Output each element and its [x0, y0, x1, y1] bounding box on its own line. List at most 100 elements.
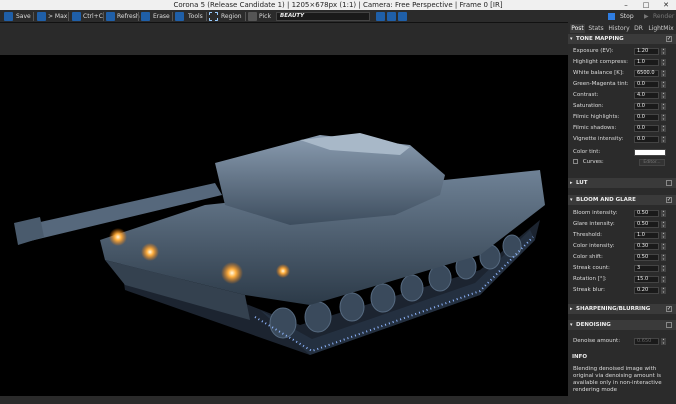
- setting-value-field[interactable]: 0.0: [634, 125, 659, 132]
- setting-label: Streak count:: [573, 265, 610, 271]
- spinner-arrows-icon[interactable]: ▴ ▾: [661, 113, 666, 121]
- spinner-arrows-icon[interactable]: ▴ ▾: [661, 135, 666, 143]
- setting-row: Threshold: 1.0 ▴ ▾: [573, 231, 673, 240]
- setting-row: Exposure (EV): 1.20 ▴ ▾: [573, 47, 673, 56]
- section-title: LUT: [576, 180, 588, 186]
- section-title: BLOOM AND GLARE: [576, 197, 636, 203]
- denoise-amount-spinner[interactable]: ▴ ▾: [661, 337, 666, 345]
- setting-label: Filmic shadows:: [573, 125, 617, 131]
- setting-label: Vignette intensity:: [573, 136, 624, 142]
- copy-button[interactable]: Ctrl+C: [83, 11, 103, 22]
- expand-arrow-icon: ▸: [570, 180, 573, 186]
- stop-button[interactable]: Stop: [620, 11, 634, 22]
- spinner-arrows-icon[interactable]: ▴ ▾: [661, 231, 666, 239]
- section-title: SHARPENING/BLURRING: [576, 306, 651, 312]
- region-button[interactable]: Region: [221, 11, 242, 22]
- setting-value-field[interactable]: 6500.0: [634, 70, 659, 77]
- setting-value-field[interactable]: 1.0: [634, 232, 659, 239]
- setting-label: Green-Magenta tint:: [573, 81, 629, 87]
- copy-icon: [72, 12, 81, 21]
- curves-label: Curves:: [582, 159, 604, 165]
- close-button[interactable]: ✕: [656, 0, 676, 10]
- spinner-arrows-icon[interactable]: ▴ ▾: [661, 242, 666, 250]
- setting-value-field[interactable]: 4.0: [634, 92, 659, 99]
- enable-checkbox[interactable]: ✓: [666, 306, 672, 312]
- spinner-arrows-icon[interactable]: ▴ ▾: [661, 69, 666, 77]
- color-tint-row: Color tint:: [573, 148, 673, 157]
- setting-row: Filmic highlights: 0.0 ▴ ▾: [573, 113, 673, 122]
- setting-value-field[interactable]: 0.0: [634, 81, 659, 88]
- tab-history[interactable]: History: [607, 24, 631, 33]
- minimize-button[interactable]: –: [616, 0, 636, 10]
- setting-value-field[interactable]: 0.50: [634, 210, 659, 217]
- setting-value-field[interactable]: 0.0: [634, 136, 659, 143]
- maximize-button[interactable]: □: [636, 0, 656, 10]
- enable-checkbox[interactable]: ✓: [666, 36, 672, 42]
- denoise-amount-field[interactable]: 0.650: [634, 338, 659, 345]
- spinner-arrows-icon[interactable]: ▴ ▾: [661, 253, 666, 261]
- separator: [33, 12, 34, 21]
- spinner-arrows-icon[interactable]: ▴ ▾: [661, 124, 666, 132]
- spinner-arrows-icon[interactable]: ▴ ▾: [661, 286, 666, 294]
- tools-icon: [175, 12, 184, 21]
- setting-value-field[interactable]: 0.20: [634, 287, 659, 294]
- render-pass-select[interactable]: BEAUTY: [276, 12, 370, 21]
- setting-label: Saturation:: [573, 103, 604, 109]
- setting-value-field[interactable]: 15.0: [634, 276, 659, 283]
- tab-dr[interactable]: DR: [633, 24, 644, 33]
- color-tint-swatch[interactable]: [634, 149, 666, 156]
- setting-row: Highlight compress: 1.0 ▴ ▾: [573, 58, 673, 67]
- setting-value-field[interactable]: 3: [634, 265, 659, 272]
- tab-post[interactable]: Post: [570, 24, 585, 33]
- enable-checkbox[interactable]: ✓: [666, 197, 672, 203]
- spinner-arrows-icon[interactable]: ▴ ▾: [661, 58, 666, 66]
- zoom-in-icon[interactable]: [376, 12, 385, 21]
- tab-lightmix[interactable]: LightMix: [646, 24, 676, 33]
- denoising-header[interactable]: ▾ DENOISING: [568, 320, 676, 330]
- spinner-arrows-icon[interactable]: ▴ ▾: [661, 209, 666, 217]
- setting-value-field[interactable]: 0.0: [634, 103, 659, 110]
- enable-checkbox[interactable]: [666, 180, 672, 186]
- setting-value-field[interactable]: 0.50: [634, 221, 659, 228]
- setting-value-field[interactable]: 1.0: [634, 59, 659, 66]
- setting-value-field[interactable]: 0.0: [634, 114, 659, 121]
- spinner-arrows-icon[interactable]: ▴ ▾: [661, 47, 666, 55]
- spinner-arrows-icon[interactable]: ▴ ▾: [661, 275, 666, 283]
- spinner-arrows-icon[interactable]: ▴ ▾: [661, 264, 666, 272]
- spinner-arrows-icon[interactable]: ▴ ▾: [661, 80, 666, 88]
- spinner-arrows-icon[interactable]: ▴ ▾: [661, 102, 666, 110]
- section-title: DENOISING: [576, 322, 611, 328]
- enable-checkbox[interactable]: [666, 322, 672, 328]
- setting-value-field[interactable]: 1.20: [634, 48, 659, 55]
- render-controls: Stop ▶ Render: [568, 10, 676, 23]
- save-button[interactable]: Save: [16, 11, 31, 22]
- sharpening-header[interactable]: ▸ SHARPENING/BLURRING ✓: [568, 304, 676, 314]
- zoom-out-icon[interactable]: [387, 12, 396, 21]
- curves-checkbox[interactable]: [573, 159, 578, 164]
- refresh-icon: [106, 12, 115, 21]
- post-panel: Stop ▶ Render Post Stats History DR Ligh…: [568, 10, 676, 404]
- setting-row: Saturation: 0.0 ▴ ▾: [573, 102, 673, 111]
- pick-button[interactable]: Pick: [259, 11, 271, 22]
- erase-button[interactable]: Erase: [153, 11, 170, 22]
- panel-tabs: Post Stats History DR LightMix: [568, 23, 676, 33]
- tab-stats[interactable]: Stats: [587, 24, 605, 33]
- spinner-arrows-icon[interactable]: ▴ ▾: [661, 220, 666, 228]
- separator: [103, 12, 104, 21]
- setting-row: Green-Magenta tint: 0.0 ▴ ▾: [573, 80, 673, 89]
- refresh-button[interactable]: Refresh: [117, 11, 140, 22]
- render-viewport[interactable]: [0, 23, 568, 404]
- tools-button[interactable]: Tools: [188, 11, 203, 22]
- collapse-arrow-icon: ▾: [570, 36, 573, 42]
- curves-editor-button[interactable]: Editor...: [639, 159, 665, 166]
- zoom-fit-icon[interactable]: [398, 12, 407, 21]
- tone-mapping-header[interactable]: ▾ TONE MAPPING ✓: [568, 34, 676, 44]
- setting-row: Glare intensity: 0.50 ▴ ▾: [573, 220, 673, 229]
- setting-value-field[interactable]: 0.50: [634, 254, 659, 261]
- spinner-arrows-icon[interactable]: ▴ ▾: [661, 91, 666, 99]
- setting-value-field[interactable]: 0.30: [634, 243, 659, 250]
- bloom-glare-header[interactable]: ▾ BLOOM AND GLARE ✓: [568, 195, 676, 205]
- send-to-max-button[interactable]: > Max: [48, 11, 67, 22]
- lut-header[interactable]: ▸ LUT: [568, 178, 676, 188]
- render-button[interactable]: Render: [653, 11, 674, 22]
